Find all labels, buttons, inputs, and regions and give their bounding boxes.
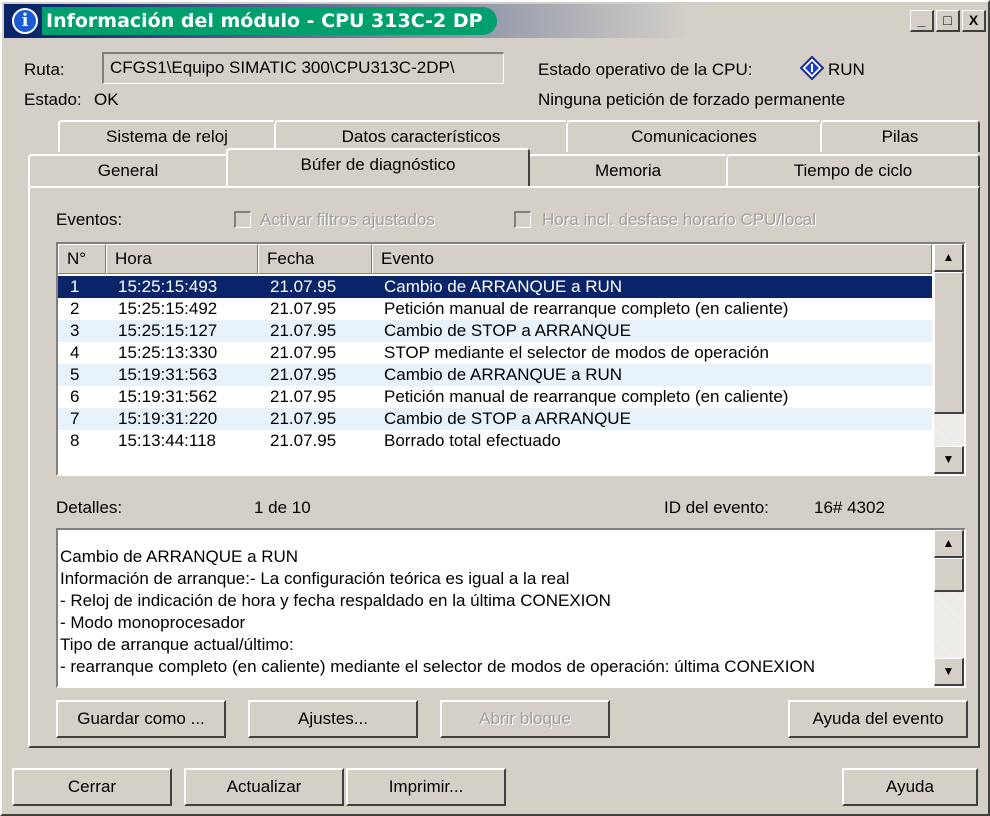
refresh-button[interactable]: Actualizar (184, 768, 344, 806)
details-line: - Reloj de indicación de hora y fecha re… (60, 591, 611, 610)
scroll-thumb[interactable] (934, 272, 964, 414)
row-date: 21.07.95 (270, 387, 337, 406)
row-time: 15:25:15:127 (118, 321, 218, 340)
tab-general[interactable]: General (28, 154, 228, 186)
table-row[interactable]: 1 15:25:15:493 21.07.95 Cambio de ARRANQ… (58, 276, 932, 298)
status-value: OK (94, 90, 119, 109)
details-count: 1 de 10 (254, 498, 311, 517)
row-date: 21.07.95 (270, 321, 337, 340)
row-time: 15:19:31:220 (118, 409, 218, 428)
open-block-button[interactable]: Abrir bloque (440, 700, 610, 738)
table-row[interactable]: 6 15:19:31:562 21.07.95 Petición manual … (58, 386, 932, 408)
row-event: Cambio de STOP a ARRANQUE (384, 321, 631, 340)
info-icon: i (12, 8, 38, 34)
table-row[interactable]: 5 15:19:31:563 21.07.95 Cambio de ARRANQ… (58, 364, 932, 386)
row-number: 1 (70, 277, 80, 296)
close-button[interactable]: Cerrar (12, 768, 172, 806)
event-id-label: ID del evento: (664, 498, 769, 517)
details-line: Tipo de arranque actual/último: (60, 635, 294, 654)
save-as-button[interactable]: Guardar como ... (56, 700, 226, 738)
help-button[interactable]: Ayuda (842, 768, 978, 806)
details-line: - rearranque completo (en caliente) medi… (60, 657, 815, 676)
table-row[interactable]: 3 15:25:15:127 21.07.95 Cambio de STOP a… (58, 320, 932, 342)
row-number: 5 (70, 365, 80, 384)
path-label: Ruta: (24, 60, 65, 79)
forcing-status: Ninguna petición de forzado permanente (538, 90, 846, 109)
local-time-checkbox-label: Hora incl. desfase horario CPU/local (542, 210, 817, 229)
row-date: 21.07.95 (270, 409, 337, 428)
row-date: 21.07.95 (270, 365, 337, 384)
column-header-evento[interactable]: Evento (372, 244, 932, 274)
tab-memoria[interactable]: Memoria (528, 154, 728, 186)
row-time: 15:19:31:563 (118, 365, 218, 384)
scroll-up-icon[interactable]: ▲ (934, 530, 964, 558)
row-event: Cambio de ARRANQUE a RUN (384, 277, 623, 296)
title-bar[interactable]: i Información del módulo - CPU 313C-2 DP… (4, 4, 986, 38)
column-header-hora[interactable]: Hora (106, 244, 258, 274)
local-time-checkbox[interactable] (514, 211, 531, 228)
event-details-text[interactable]: Cambio de ARRANQUE a RUN Información de … (56, 528, 966, 688)
details-line: Información de arranque:- La configuraci… (60, 569, 570, 588)
details-label: Detalles: (56, 498, 123, 517)
table-row[interactable]: 4 15:25:13:330 21.07.95 STOP mediante el… (58, 342, 932, 364)
events-label: Eventos: (56, 210, 123, 229)
row-number: 6 (70, 387, 80, 406)
row-number: 8 (70, 431, 80, 450)
row-time: 15:19:31:562 (118, 387, 218, 406)
row-date: 21.07.95 (270, 299, 337, 318)
minimize-button[interactable]: _ (910, 10, 934, 32)
cpu-state-label: Estado operativo de la CPU: (538, 60, 753, 79)
scroll-down-icon[interactable]: ▼ (934, 446, 964, 474)
scroll-thumb[interactable] (934, 558, 964, 592)
row-event: Cambio de ARRANQUE a RUN (384, 365, 623, 384)
tab-bufer-de-diagnostico[interactable]: Búfer de diagnóstico (226, 148, 530, 186)
run-state-icon (800, 56, 824, 80)
row-event: Petición manual de rearranque completo (… (384, 387, 789, 406)
column-header-number[interactable]: N° (58, 244, 106, 274)
row-event: Cambio de STOP a ARRANQUE (384, 409, 631, 428)
row-time: 15:25:15:493 (118, 277, 218, 296)
event-id-value: 16# 4302 (814, 498, 885, 517)
row-event: Borrado total efectuado (384, 431, 561, 450)
event-list[interactable]: N° Hora Fecha Evento 1 15:25:15:493 21.0… (56, 242, 966, 476)
row-time: 15:25:13:330 (118, 343, 218, 362)
row-date: 21.07.95 (270, 277, 337, 296)
path-field: CFGS1\Equipo SIMATIC 300\CPU313C-2DP\ (102, 52, 504, 84)
print-button[interactable]: Imprimir... (346, 768, 506, 806)
details-line: - Modo monoprocesador (60, 613, 246, 632)
window-title: Información del módulo - CPU 313C-2 DP (42, 7, 497, 35)
table-row[interactable]: 8 15:13:44:118 21.07.95 Borrado total ef… (58, 430, 932, 452)
row-number: 2 (70, 299, 80, 318)
table-row[interactable]: 7 15:19:31:220 21.07.95 Cambio de STOP a… (58, 408, 932, 430)
details-line: Cambio de ARRANQUE a RUN (60, 547, 299, 566)
event-list-scrollbar[interactable]: ▲ ▼ (934, 244, 964, 474)
status-label: Estado: (24, 90, 82, 109)
maximize-button[interactable]: □ (936, 10, 960, 32)
row-date: 21.07.95 (270, 343, 337, 362)
details-scrollbar[interactable]: ▲ ▼ (934, 530, 964, 686)
row-event: Petición manual de rearranque completo (… (384, 299, 789, 318)
cpu-state-value: RUN (828, 60, 865, 79)
tab-tiempo-de-ciclo[interactable]: Tiempo de ciclo (726, 154, 980, 186)
row-number: 7 (70, 409, 80, 428)
scroll-up-icon[interactable]: ▲ (934, 244, 964, 272)
row-time: 15:25:15:492 (118, 299, 218, 318)
row-number: 4 (70, 343, 80, 362)
event-list-header: N° Hora Fecha Evento (58, 244, 932, 274)
row-date: 21.07.95 (270, 431, 337, 450)
scroll-down-icon[interactable]: ▼ (934, 658, 964, 686)
tab-pilas[interactable]: Pilas (820, 120, 980, 152)
settings-button[interactable]: Ajustes... (248, 700, 418, 738)
row-time: 15:13:44:118 (118, 431, 216, 450)
close-window-button[interactable]: X (962, 10, 986, 32)
event-help-button[interactable]: Ayuda del evento (788, 700, 968, 738)
row-event: STOP mediante el selector de modos de op… (384, 343, 769, 362)
tab-comunicaciones[interactable]: Comunicaciones (566, 120, 822, 152)
table-row[interactable]: 2 15:25:15:492 21.07.95 Petición manual … (58, 298, 932, 320)
row-number: 3 (70, 321, 80, 340)
column-header-fecha[interactable]: Fecha (258, 244, 372, 274)
filter-checkbox-label: Activar filtros ajustados (260, 210, 435, 229)
filter-checkbox[interactable] (234, 211, 251, 228)
module-info-dialog: i Información del módulo - CPU 313C-2 DP… (0, 0, 990, 816)
